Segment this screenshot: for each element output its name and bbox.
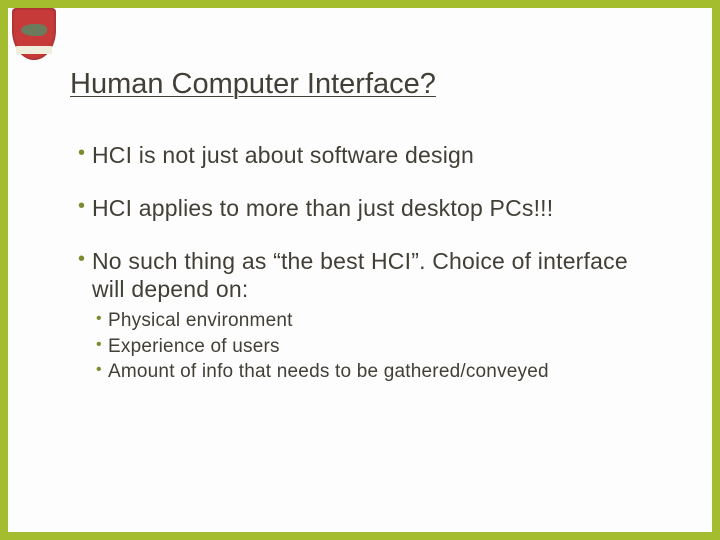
fish-icon [21,24,47,36]
school-crest-logo [12,8,62,66]
sub-bullet-item: Experience of users [96,334,644,360]
sub-bullet-item: Physical environment [96,308,644,334]
sub-bullet-text: Experience of users [108,336,280,357]
motto-banner [16,46,52,54]
sub-bullet-text: Physical environment [108,310,293,331]
sub-bullet-list: Physical environment Experience of users… [92,308,644,385]
slide-title: Human Computer Interface? [70,68,652,101]
shield-icon [12,8,56,60]
bullet-text: HCI applies to more than just desktop PC… [92,195,553,221]
sub-bullet-text: Amount of info that needs to be gathered… [108,361,549,382]
slide-frame: Human Computer Interface? HCI is not jus… [0,0,720,540]
slide-content: Human Computer Interface? HCI is not jus… [70,68,652,409]
main-bullet-list: HCI is not just about software design HC… [70,141,652,385]
bullet-text: HCI is not just about software design [92,142,474,168]
bullet-item: No such thing as “the best HCI”. Choice … [78,247,644,385]
bullet-text: No such thing as “the best HCI”. Choice … [92,248,628,303]
bullet-item: HCI is not just about software design [78,141,644,170]
bullet-item: HCI applies to more than just desktop PC… [78,194,644,223]
sub-bullet-item: Amount of info that needs to be gathered… [96,359,644,385]
